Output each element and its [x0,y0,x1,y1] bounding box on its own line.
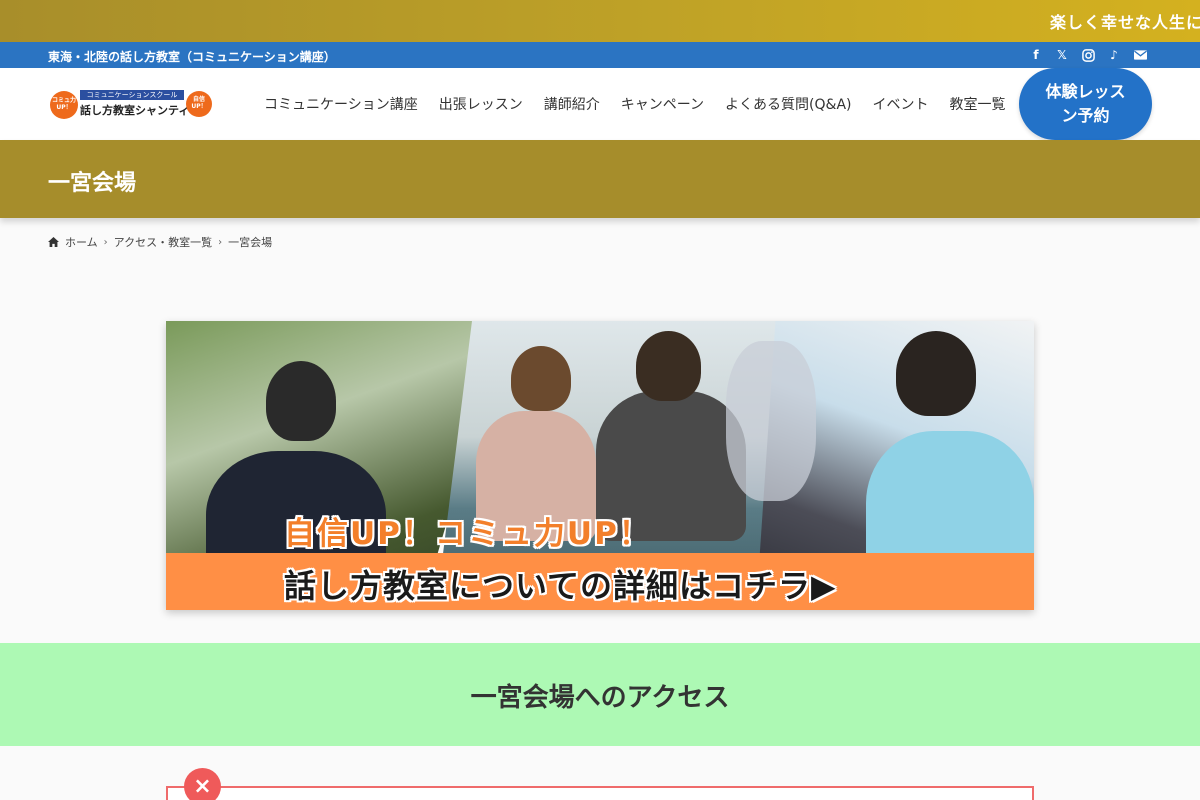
chevron-right-icon: › [103,236,108,248]
announcement-ticker: 楽しく幸せな人生に変 [0,0,1200,42]
top-bar: 東海・北陸の話し方教室（コミュニケーション講座） f 𝕏 ♪ [0,42,1200,68]
mail-icon[interactable] [1132,47,1148,63]
nav-faq[interactable]: よくある質問(Q&A) [725,94,851,114]
logo-badge-left: コミュ力 UP！ [50,91,78,119]
nav-instructors[interactable]: 講師紹介 [544,94,600,114]
access-section-header: 一宮会場へのアクセス [0,643,1200,746]
notice-box [166,786,1034,800]
breadcrumb-current: 一宮会場 [228,236,273,249]
logo-title: 話し方教室シャンティ [80,104,190,117]
banner-headline: 自信UP！コミュ力UP！ [284,516,652,552]
page-title-bar: 一宮会場 [0,140,1200,218]
tiktok-icon[interactable]: ♪ [1106,47,1122,63]
banner-cta-text: 話し方教室についての詳細はコチラ▶ [284,567,837,605]
home-icon [48,237,59,247]
chevron-right-icon: › [218,236,223,248]
promo-banner[interactable]: 自信UP！コミュ力UP！ 話し方教室についての詳細はコチラ▶ [166,321,1034,610]
main-nav: コミュニケーション講座 出張レッスン 講師紹介 キャンペーン よくある質問(Q&… [264,94,1005,114]
banner-cta-strip: 話し方教室についての詳細はコチラ▶ [166,553,1034,610]
site-tagline: 東海・北陸の話し方教室（コミュニケーション講座） [48,50,336,64]
facebook-icon[interactable]: f [1028,47,1044,63]
ticker-text: 楽しく幸せな人生に変 [1050,13,1200,32]
nav-campaign[interactable]: キャンペーン [621,94,704,114]
nav-classroom-list[interactable]: 教室一覧 [949,94,1005,114]
logo-subtitle: コミュニケーションスクール [80,90,184,100]
social-links: f 𝕏 ♪ [1028,47,1148,63]
logo-badge-right: 自信 UP！ [186,91,212,117]
page-title: 一宮会場 [48,171,137,196]
site-header: コミュ力 UP！ コミュニケーションスクール 話し方教室シャンティ 自信 UP！… [0,68,1200,140]
nav-onsite-lessons[interactable]: 出張レッスン [439,94,523,114]
nav-communication-course[interactable]: コミュニケーション講座 [264,94,418,114]
breadcrumb-parent[interactable]: アクセス・教室一覧 [114,234,212,250]
trial-lesson-button[interactable]: 体験レッスン予約 [1019,68,1152,140]
breadcrumb-home[interactable]: ホーム [65,234,98,250]
nav-events[interactable]: イベント [872,94,928,114]
instagram-icon[interactable] [1080,47,1096,63]
site-logo[interactable]: コミュ力 UP！ コミュニケーションスクール 話し方教室シャンティ 自信 UP！ [48,88,214,120]
access-title: 一宮会場へのアクセス [470,683,730,713]
x-icon[interactable]: 𝕏 [1054,47,1070,63]
close-icon: × [184,768,221,800]
breadcrumb: ホーム › アクセス・教室一覧 › 一宮会場 [48,234,272,250]
